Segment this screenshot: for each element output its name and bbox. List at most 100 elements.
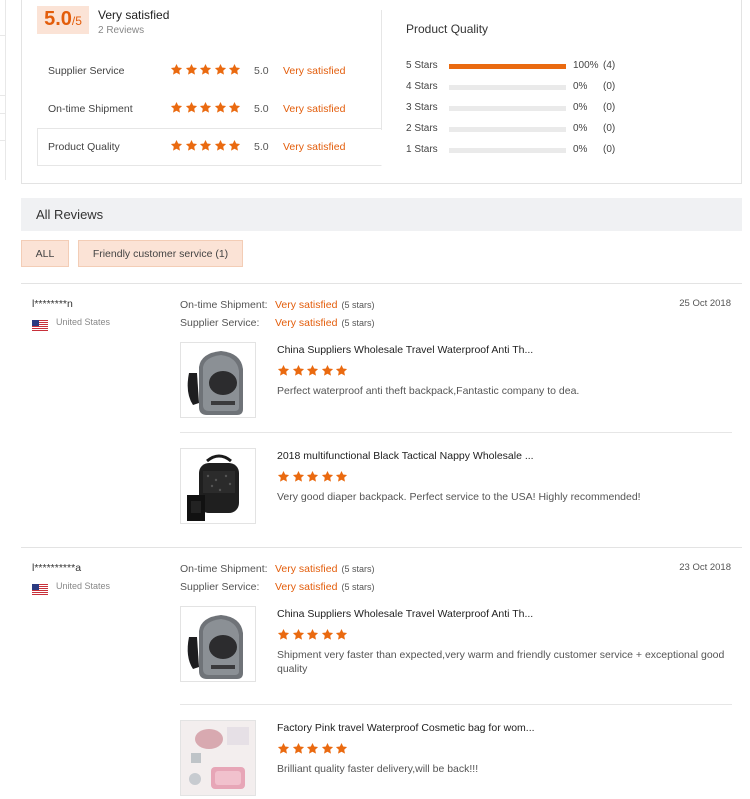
item-separator bbox=[180, 432, 732, 433]
dsr-label: Supplier Service bbox=[48, 65, 125, 77]
star-icon bbox=[335, 742, 348, 755]
left-edge-border bbox=[0, 0, 6, 180]
product-thumbnail[interactable] bbox=[180, 720, 256, 796]
dist-label: 3 Stars bbox=[406, 102, 438, 113]
star-icon bbox=[170, 101, 183, 114]
dist-label: 1 Stars bbox=[406, 144, 438, 155]
star-icon bbox=[306, 628, 319, 641]
meta-label: On-time Shipment: bbox=[180, 563, 268, 575]
star-icon bbox=[292, 470, 305, 483]
star-icon bbox=[277, 470, 290, 483]
dsr-stars bbox=[170, 63, 243, 81]
all-reviews-header: All Reviews bbox=[21, 198, 742, 231]
review-date: 23 Oct 2018 bbox=[679, 562, 731, 573]
review-shipment-rating: On-time Shipment: Very satisfied (5 stars) bbox=[180, 563, 374, 577]
dist-bar bbox=[449, 85, 566, 90]
panel-divider bbox=[381, 10, 382, 130]
review-supplier-rating: Supplier Service: Very satisfied (5 stars) bbox=[180, 581, 374, 595]
star-icon bbox=[170, 63, 183, 76]
product-thumbnail[interactable] bbox=[180, 342, 256, 418]
star-icon bbox=[321, 628, 334, 641]
us-flag-icon bbox=[32, 318, 48, 331]
dist-label: 2 Stars bbox=[406, 123, 438, 134]
dsr-row-on-time-shipment[interactable]: On-time Shipment 5.0 Very satisfied bbox=[37, 90, 382, 128]
dist-pct: 0% bbox=[573, 102, 588, 113]
dsr-score: 5.0 bbox=[254, 65, 269, 77]
dsr-score: 5.0 bbox=[254, 103, 269, 115]
dist-pct: 100% bbox=[573, 60, 599, 71]
detailed-seller-ratings: Supplier Service 5.0 Very satisfied On-t… bbox=[37, 52, 382, 166]
dsr-row-supplier-service[interactable]: Supplier Service 5.0 Very satisfied bbox=[37, 52, 382, 90]
filter-all-button[interactable]: ALL bbox=[21, 240, 69, 267]
star-icon bbox=[292, 742, 305, 755]
dsr-row-product-quality[interactable]: Product Quality 5.0 Very satisfied bbox=[37, 128, 382, 166]
dist-row-5: 5 Stars 100% (4) bbox=[406, 60, 726, 74]
meta-value: Very satisfied bbox=[275, 581, 338, 593]
star-icon bbox=[199, 63, 212, 76]
review-text: Perfect waterproof anti theft backpack,F… bbox=[277, 385, 580, 397]
dist-row-4: 4 Stars 0% (0) bbox=[406, 81, 726, 95]
product-title-link[interactable]: China Suppliers Wholesale Travel Waterpr… bbox=[277, 608, 533, 620]
overall-rating-label: Very satisfied bbox=[98, 8, 170, 22]
divider bbox=[21, 547, 742, 548]
dsr-stars bbox=[170, 139, 243, 157]
meta-stars: (5 stars) bbox=[341, 318, 375, 328]
star-icon bbox=[321, 742, 334, 755]
star-icon bbox=[306, 364, 319, 377]
star-distribution: Product Quality 5 Stars 100% (4) 4 Stars… bbox=[406, 22, 726, 155]
meta-label: Supplier Service: bbox=[180, 317, 260, 329]
product-title-link[interactable]: 2018 multifunctional Black Tactical Napp… bbox=[277, 450, 534, 462]
dist-row-1: 1 Stars 0% (0) bbox=[406, 144, 726, 158]
star-icon bbox=[228, 101, 241, 114]
star-icon bbox=[228, 139, 241, 152]
star-icon bbox=[214, 63, 227, 76]
star-icon bbox=[306, 470, 319, 483]
star-icon bbox=[199, 101, 212, 114]
product-thumbnail[interactable] bbox=[180, 606, 256, 682]
dist-row-3: 3 Stars 0% (0) bbox=[406, 102, 726, 116]
star-icon bbox=[292, 364, 305, 377]
product-title-link[interactable]: Factory Pink travel Waterproof Cosmetic … bbox=[277, 722, 535, 734]
dsr-desc: Very satisfied bbox=[283, 103, 346, 115]
star-icon bbox=[185, 139, 198, 152]
dist-label: 5 Stars bbox=[406, 60, 438, 71]
dsr-stars bbox=[170, 101, 243, 119]
dist-bar bbox=[449, 64, 566, 69]
divider bbox=[21, 283, 742, 284]
item-separator bbox=[180, 704, 732, 705]
star-icon bbox=[214, 139, 227, 152]
meta-label: Supplier Service: bbox=[180, 581, 260, 593]
star-icon bbox=[321, 470, 334, 483]
dist-pct: 0% bbox=[573, 81, 588, 92]
review-shipment-rating: On-time Shipment: Very satisfied (5 stars) bbox=[180, 299, 374, 313]
meta-stars: (5 stars) bbox=[341, 564, 375, 574]
star-icon bbox=[335, 364, 348, 377]
dsr-label: Product Quality bbox=[48, 141, 120, 153]
dsr-label: On-time Shipment bbox=[48, 103, 133, 115]
review-text: Brilliant quality faster delivery,will b… bbox=[277, 763, 479, 775]
star-icon bbox=[170, 139, 183, 152]
us-flag-icon bbox=[32, 582, 48, 595]
review-supplier-rating: Supplier Service: Very satisfied (5 stars) bbox=[180, 317, 374, 331]
filter-friendly-service-button[interactable]: Friendly customer service (1) bbox=[78, 240, 243, 267]
star-icon bbox=[277, 628, 290, 641]
dist-bar bbox=[449, 106, 566, 111]
dsr-desc: Very satisfied bbox=[283, 65, 346, 77]
dist-bar bbox=[449, 127, 566, 132]
product-title-link[interactable]: China Suppliers Wholesale Travel Waterpr… bbox=[277, 344, 533, 356]
review-date: 25 Oct 2018 bbox=[679, 298, 731, 309]
product-rating-stars bbox=[277, 470, 350, 488]
reviewer-name: l**********a bbox=[32, 562, 82, 574]
dist-row-2: 2 Stars 0% (0) bbox=[406, 123, 726, 137]
meta-value: Very satisfied bbox=[275, 317, 338, 329]
dist-fill bbox=[449, 64, 566, 69]
star-icon bbox=[185, 63, 198, 76]
overall-score-badge: 5.0 /5 bbox=[37, 6, 89, 34]
star-icon bbox=[228, 63, 241, 76]
star-icon bbox=[214, 101, 227, 114]
review-text: Shipment very faster than expected,very … bbox=[277, 649, 725, 675]
product-thumbnail[interactable] bbox=[180, 448, 256, 524]
star-icon bbox=[277, 364, 290, 377]
dist-bar bbox=[449, 148, 566, 153]
star-icon bbox=[321, 364, 334, 377]
